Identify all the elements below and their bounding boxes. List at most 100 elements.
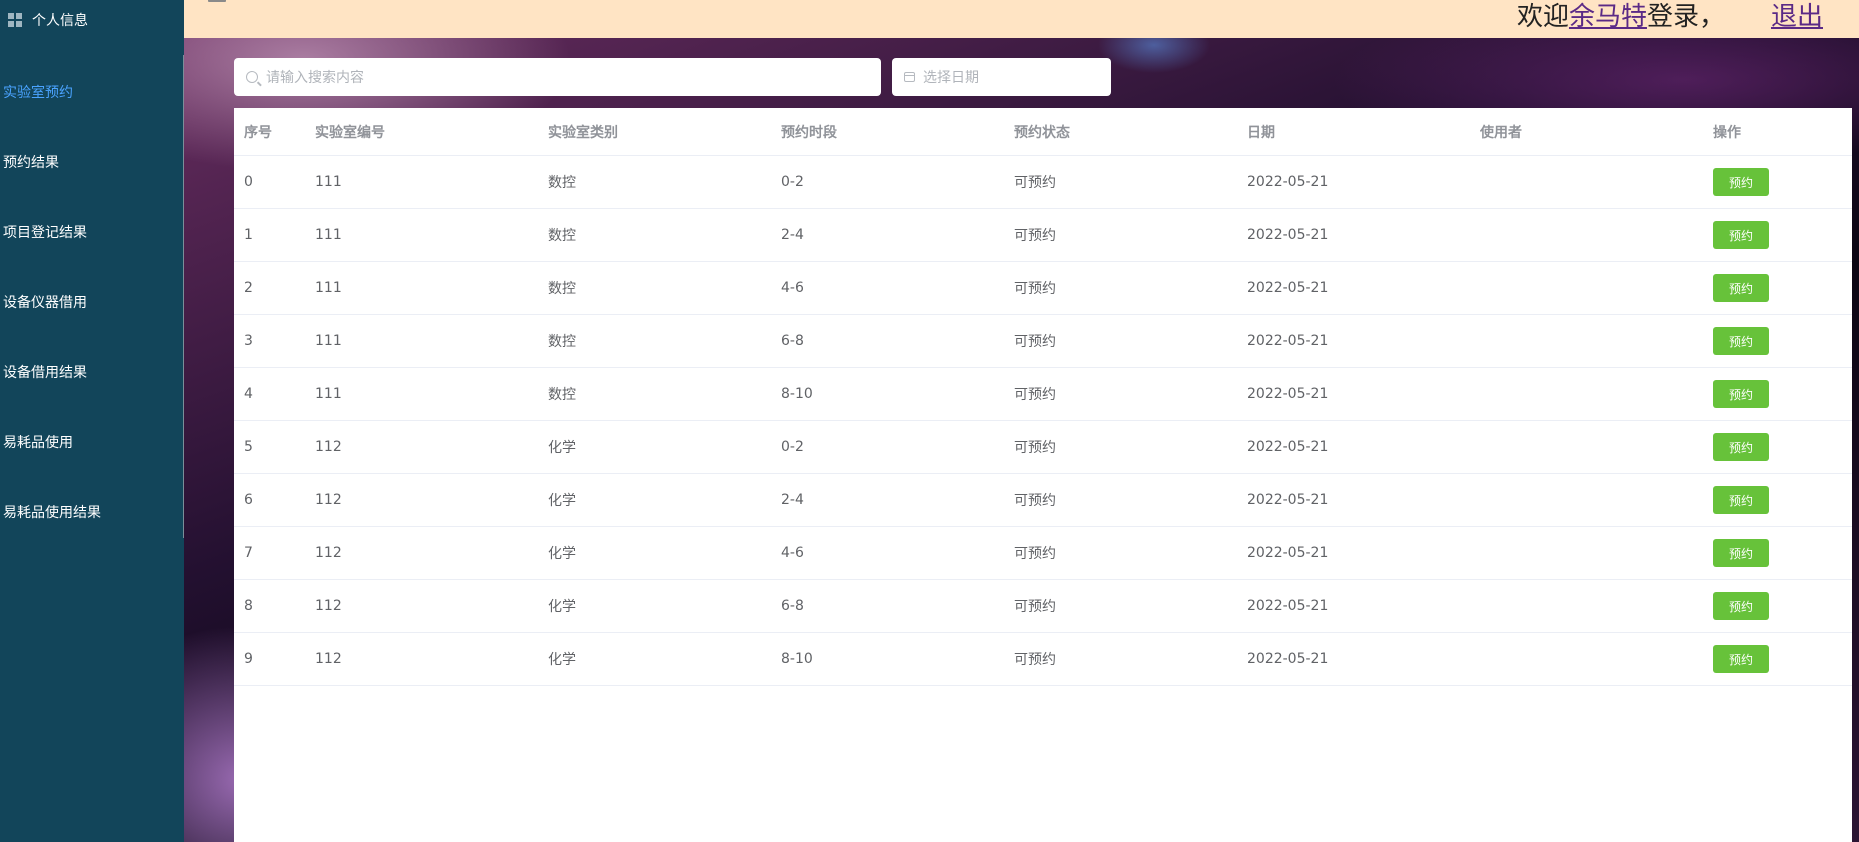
cell-time-slot: 8-10: [781, 386, 813, 402]
date-picker[interactable]: 选择日期: [892, 58, 1111, 96]
cell-time-slot: 8-10: [781, 651, 813, 667]
username-link[interactable]: 余马特: [1569, 0, 1647, 33]
cell-index: 2: [244, 280, 253, 296]
sidebar-nav: 实验室预约 预约结果 项目登记结果 设备仪器借用 设备借用结果 易耗品使用 易耗…: [0, 55, 184, 538]
cell-date: 2022-05-21: [1247, 280, 1329, 296]
sidebar-item-lab-reservation[interactable]: 实验室预约: [3, 82, 73, 102]
table-header: 序号 实验室编号 实验室类别 预约时段 预约状态 日期 使用者 操作: [234, 108, 1852, 156]
cell-index: 8: [244, 598, 253, 614]
sidebar-item-consumables-usage[interactable]: 易耗品使用: [3, 432, 73, 452]
reserve-button[interactable]: 预约: [1713, 168, 1769, 196]
sidebar-item-reservation-results[interactable]: 预约结果: [3, 152, 59, 172]
sidebar-item-consumables-usage-results[interactable]: 易耗品使用结果: [3, 502, 101, 522]
reserve-button[interactable]: 预约: [1713, 274, 1769, 302]
table-row: 4 111 数控 8-10 可预约 2022-05-21 预约: [234, 368, 1852, 421]
cell-lab-number: 112: [315, 492, 342, 508]
welcome-prefix: 欢迎: [1516, 2, 1569, 32]
reserve-button[interactable]: 预约: [1713, 380, 1769, 408]
cell-date: 2022-05-21: [1247, 598, 1329, 614]
logout-link[interactable]: 退出: [1771, 0, 1823, 33]
table-row: 0 111 数控 0-2 可预约 2022-05-21 预约: [234, 156, 1852, 209]
reservation-table: 序号 实验室编号 实验室类别 预约时段 预约状态 日期 使用者 操作 0 111 数…: [234, 108, 1852, 842]
search-icon: [246, 71, 258, 83]
cell-index: 3: [244, 333, 253, 349]
column-header-time-slot: 预约时段: [781, 124, 837, 141]
table-row: 1 111 数控 2-4 可预约 2022-05-21 预约: [234, 209, 1852, 262]
cell-action: 预约: [1713, 262, 1769, 314]
cell-date: 2022-05-21: [1247, 333, 1329, 349]
date-placeholder: 选择日期: [923, 70, 979, 86]
grid-icon: [8, 13, 22, 27]
menu-icon[interactable]: [208, 0, 226, 2]
cell-time-slot: 0-2: [781, 174, 804, 190]
column-header-date: 日期: [1247, 124, 1275, 141]
sidebar-item-equipment-borrowing[interactable]: 设备仪器借用: [3, 292, 87, 312]
cell-action: 预约: [1713, 474, 1769, 526]
cell-action: 预约: [1713, 580, 1769, 632]
cell-action: 预约: [1713, 156, 1769, 208]
cell-lab-number: 112: [315, 651, 342, 667]
reserve-button[interactable]: 预约: [1713, 327, 1769, 355]
cell-lab-number: 111: [315, 333, 342, 349]
cell-index: 4: [244, 386, 253, 402]
cell-status: 可预约: [1014, 175, 1056, 191]
reserve-button[interactable]: 预约: [1713, 645, 1769, 673]
table-row: 5 112 化学 0-2 可预约 2022-05-21 预约: [234, 421, 1852, 474]
search-input[interactable]: 请输入搜索内容: [234, 58, 881, 96]
cell-date: 2022-05-21: [1247, 651, 1329, 667]
cell-date: 2022-05-21: [1247, 492, 1329, 508]
cell-index: 6: [244, 492, 253, 508]
sidebar: 个人信息 实验室预约 预约结果 项目登记结果 设备仪器借用 设备借用结果 易耗品…: [0, 0, 184, 842]
cell-lab-number: 111: [315, 280, 342, 296]
cell-time-slot: 2-4: [781, 492, 804, 508]
cell-status: 可预约: [1014, 440, 1056, 456]
sidebar-profile-header[interactable]: 个人信息: [8, 10, 88, 30]
column-header-index: 序号: [244, 124, 272, 141]
cell-lab-type: 化学: [548, 599, 576, 615]
reserve-button[interactable]: 预约: [1713, 539, 1769, 567]
cell-lab-number: 112: [315, 545, 342, 561]
table-row: 3 111 数控 6-8 可预约 2022-05-21 预约: [234, 315, 1852, 368]
cell-date: 2022-05-21: [1247, 386, 1329, 402]
cell-time-slot: 4-6: [781, 280, 804, 296]
cell-lab-type: 化学: [548, 493, 576, 509]
table-row: 6 112 化学 2-4 可预约 2022-05-21 预约: [234, 474, 1852, 527]
cell-status: 可预约: [1014, 599, 1056, 615]
reserve-button[interactable]: 预约: [1713, 592, 1769, 620]
cell-lab-number: 111: [315, 174, 342, 190]
column-header-lab-number: 实验室编号: [315, 124, 385, 141]
cell-date: 2022-05-21: [1247, 227, 1329, 243]
cell-lab-type: 数控: [548, 175, 576, 191]
cell-lab-type: 数控: [548, 334, 576, 350]
sidebar-profile-label: 个人信息: [32, 13, 88, 29]
cell-date: 2022-05-21: [1247, 439, 1329, 455]
reserve-button[interactable]: 预约: [1713, 486, 1769, 514]
table-row: 7 112 化学 4-6 可预约 2022-05-21 预约: [234, 527, 1852, 580]
header-bar: 欢迎 余马特 登录， 退出: [184, 0, 1859, 38]
reserve-button[interactable]: 预约: [1713, 221, 1769, 249]
cell-status: 可预约: [1014, 334, 1056, 350]
cell-index: 7: [244, 545, 253, 561]
cell-time-slot: 6-8: [781, 333, 804, 349]
cell-lab-number: 111: [315, 227, 342, 243]
cell-status: 可预约: [1014, 546, 1056, 562]
sidebar-item-equipment-borrowing-results[interactable]: 设备借用结果: [3, 362, 87, 382]
cell-lab-type: 数控: [548, 281, 576, 297]
column-header-lab-type: 实验室类别: [548, 124, 618, 141]
cell-lab-type: 数控: [548, 228, 576, 244]
cell-action: 预约: [1713, 209, 1769, 261]
cell-lab-type: 化学: [548, 652, 576, 668]
column-header-action: 操作: [1713, 124, 1741, 141]
cell-index: 9: [244, 651, 253, 667]
reserve-button[interactable]: 预约: [1713, 433, 1769, 461]
cell-status: 可预约: [1014, 281, 1056, 297]
column-header-status: 预约状态: [1014, 124, 1070, 141]
cell-status: 可预约: [1014, 493, 1056, 509]
column-header-user: 使用者: [1480, 124, 1522, 141]
table-body: 0 111 数控 0-2 可预约 2022-05-21 预约 1 111 数控 2-4 可预约 2022…: [234, 156, 1852, 686]
sidebar-item-project-registration-results[interactable]: 项目登记结果: [3, 222, 87, 242]
calendar-icon: [904, 72, 915, 82]
cell-action: 预约: [1713, 527, 1769, 579]
cell-time-slot: 2-4: [781, 227, 804, 243]
cell-index: 1: [244, 227, 253, 243]
